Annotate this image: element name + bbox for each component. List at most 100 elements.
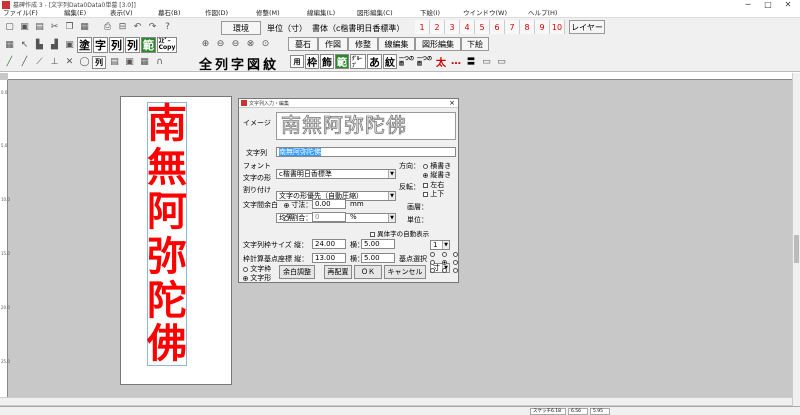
base-point-bl[interactable] xyxy=(430,268,435,273)
menu-view[interactable]: 表示(V) xyxy=(110,9,133,18)
new-file-icon[interactable]: ▢ xyxy=(2,20,17,34)
column-alt-button[interactable]: 列 xyxy=(125,37,140,53)
save-icon[interactable]: ▤ xyxy=(32,20,47,34)
direction-vertical-option[interactable]: 縦書き xyxy=(423,170,451,180)
base-height-input[interactable]: 13.00 xyxy=(312,253,346,263)
menu-gravestone[interactable]: 墓石(B) xyxy=(158,9,181,18)
canvas-char-1[interactable]: 南 xyxy=(139,104,195,144)
maximize-button[interactable]: □ xyxy=(758,0,778,9)
font-label[interactable]: 書体（c楷書明日香標準） xyxy=(312,23,404,34)
copy-special-button[interactable]: ｽﾋﾟｰ Copy xyxy=(157,37,177,53)
menu-shape-edit[interactable]: 図形編集(C) xyxy=(357,9,393,18)
canvas-char-4[interactable]: 弥 xyxy=(139,237,195,277)
canvas-char-2[interactable]: 無 xyxy=(139,148,195,188)
perpendicular-icon[interactable]: ⊥ xyxy=(47,55,62,69)
magnet-icon[interactable]: ∩ xyxy=(152,55,167,69)
layer-button[interactable]: レイヤー xyxy=(569,20,605,34)
zoom-fit-icon[interactable]: ⊗ xyxy=(243,37,258,51)
rectangle-alt-icon[interactable]: ▭ xyxy=(494,55,509,69)
single-face-alt-button[interactable]: 一つの 面 xyxy=(416,54,433,69)
cancel-button[interactable]: キャンセル xyxy=(384,265,426,279)
figure-big-button[interactable]: 図 xyxy=(246,55,261,73)
crest-button[interactable]: 紋 xyxy=(383,54,397,69)
tab-modify[interactable]: 修整 xyxy=(348,37,378,51)
cut-icon[interactable]: ✂ xyxy=(47,20,62,34)
chart-alt-icon[interactable]: ▟ xyxy=(47,38,62,52)
horizontal-scrollbar[interactable] xyxy=(0,397,792,405)
spacing-ratio-option[interactable]: 割合： xyxy=(284,213,312,223)
radio-shape-option[interactable]: 文字形 xyxy=(243,273,271,283)
canvas-char-5[interactable]: 陀 xyxy=(139,281,195,321)
copy-icon[interactable]: ❐ xyxy=(62,20,77,34)
flip-ud-option[interactable]: 上下 xyxy=(423,189,444,199)
base-point-ml[interactable] xyxy=(430,260,435,265)
help-icon[interactable]: ? xyxy=(160,20,175,34)
layer-10-button[interactable]: 10 xyxy=(550,20,565,34)
line-icon[interactable]: ╱ xyxy=(2,55,17,69)
column-small-button[interactable]: 列 xyxy=(92,55,106,69)
tab-draw[interactable]: 作図 xyxy=(318,37,348,51)
bold-button[interactable]: 太 xyxy=(434,54,448,69)
close-button[interactable]: ✕ xyxy=(778,0,798,9)
layer-3-button[interactable]: 3 xyxy=(445,20,460,34)
crest-big-button[interactable]: 紋 xyxy=(262,55,277,73)
layer-2-button[interactable]: 2 xyxy=(430,20,445,34)
select-arrow-icon[interactable]: ↖ xyxy=(17,38,32,52)
character-big-button[interactable]: 字 xyxy=(230,55,245,73)
menu-window[interactable]: ウインドウ(W) xyxy=(463,9,507,18)
vertical-scrollbar[interactable] xyxy=(792,73,800,406)
picture-icon[interactable]: ▣ xyxy=(62,38,77,52)
zoom-reset-icon[interactable]: ⊙ xyxy=(258,37,273,51)
polyline-icon[interactable]: ⟋ xyxy=(32,55,47,69)
menu-draw[interactable]: 作図(D) xyxy=(205,9,228,18)
menu-modify[interactable]: 修整(M) xyxy=(256,9,280,18)
tab-shape-edit[interactable]: 図形編集 xyxy=(415,37,461,51)
use-button[interactable]: 用 xyxy=(290,55,304,68)
layout-icon[interactable]: ▦ xyxy=(137,55,152,69)
cross-icon[interactable]: ✕ xyxy=(62,55,77,69)
frame-width-input[interactable]: 5.00 xyxy=(361,239,395,249)
frame-height-input[interactable]: 24.00 xyxy=(312,239,346,249)
single-face-button[interactable]: 一つの 面 xyxy=(398,54,415,69)
spacing-dim-input[interactable]: 0.00 xyxy=(312,199,346,209)
relayout-button[interactable]: 再配置 xyxy=(324,265,352,279)
range-button[interactable]: 範 xyxy=(141,37,156,53)
chart-icon[interactable]: ▙ xyxy=(32,38,47,52)
base-point-mc[interactable] xyxy=(441,260,447,265)
scrollbar-thumb[interactable] xyxy=(794,235,799,263)
group-button[interactable]: ｸﾞﾙｰﾌﾟ xyxy=(350,54,366,69)
font-select[interactable]: c楷書明日香標準 ▼ xyxy=(276,169,396,179)
unit-label[interactable]: 単位（寸） xyxy=(267,23,307,34)
hiragana-button[interactable]: あ xyxy=(367,54,382,69)
base-point-tl[interactable] xyxy=(430,252,435,257)
base-point-tc[interactable] xyxy=(441,252,447,257)
menu-file[interactable]: ファイル(F) xyxy=(3,9,38,18)
layer-7-button[interactable]: 7 xyxy=(505,20,520,34)
environment-button[interactable]: 環境 xyxy=(221,21,261,35)
column-big-button[interactable]: 列 xyxy=(214,55,229,73)
text-input[interactable]: 南無阿弥陀佛 xyxy=(276,147,456,157)
canvas-char-6[interactable]: 佛 xyxy=(139,324,195,364)
column-button[interactable]: 列 xyxy=(109,37,124,53)
open-folder-icon[interactable]: ▣ xyxy=(17,20,32,34)
decoration-button[interactable]: 飾 xyxy=(320,54,334,69)
character-button[interactable]: 字 xyxy=(93,37,108,53)
base-point-mr[interactable] xyxy=(453,260,458,265)
layer-1-button[interactable]: 1 xyxy=(415,20,430,34)
rectangle-icon[interactable]: ▭ xyxy=(479,55,494,69)
undo-icon[interactable]: ↶ xyxy=(130,20,145,34)
table-icon[interactable]: ▤ xyxy=(107,55,122,69)
redo-icon[interactable]: ↷ xyxy=(145,20,160,34)
print-preview-icon[interactable]: ⊟ xyxy=(115,20,130,34)
menu-line-edit[interactable]: 線編集(L) xyxy=(307,9,335,18)
layer-6-button[interactable]: 6 xyxy=(490,20,505,34)
range-small-button[interactable]: 範 xyxy=(335,54,349,69)
zoom-in-icon[interactable]: ⊕ xyxy=(198,37,213,51)
paste-icon[interactable]: ▦ xyxy=(77,20,92,34)
layer-select[interactable]: 1 ▼ xyxy=(430,240,450,250)
layer-9-button[interactable]: 9 xyxy=(535,20,550,34)
menu-help[interactable]: ヘルプ(H) xyxy=(528,9,557,18)
menu-underlay[interactable]: 下絵(I) xyxy=(420,9,440,18)
base-width-input[interactable]: 5.00 xyxy=(361,253,395,263)
menu-edit[interactable]: 編集(E) xyxy=(64,9,86,18)
